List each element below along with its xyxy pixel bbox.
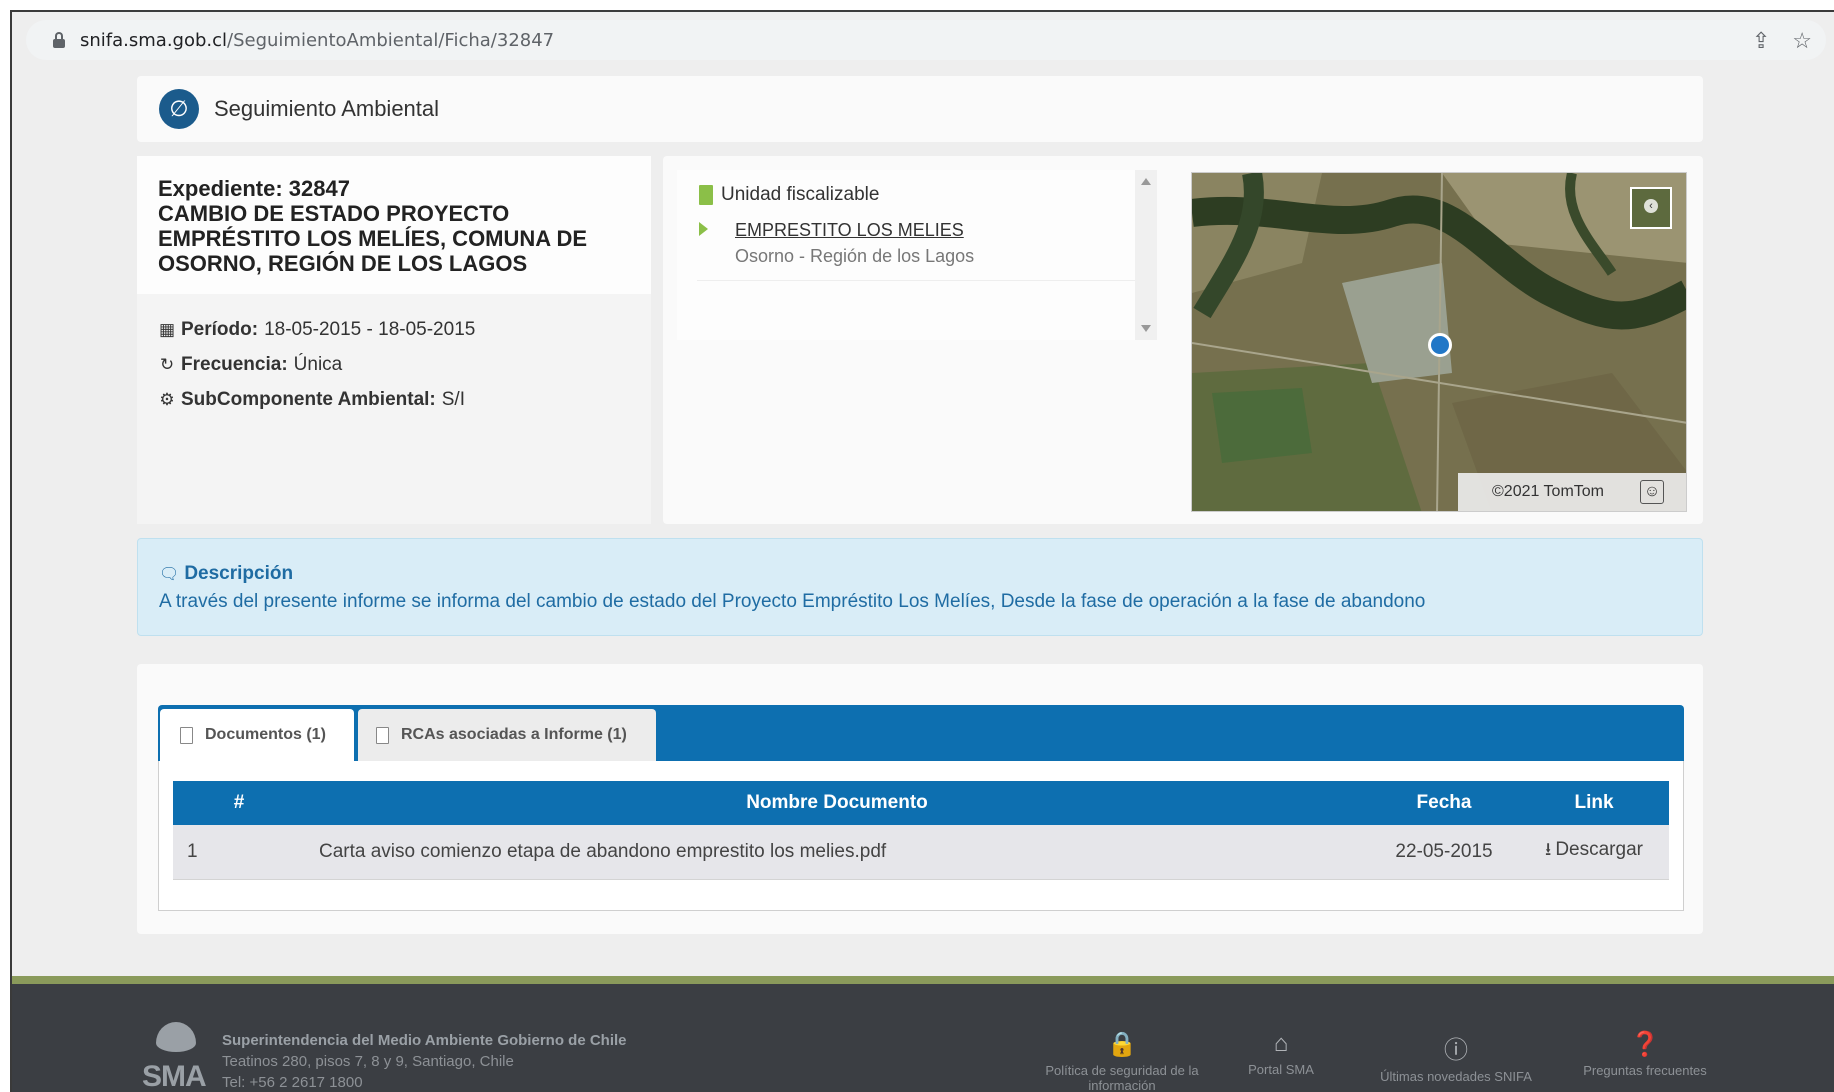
descripcion-card: 🗨 Descripción A través del presente info… bbox=[137, 538, 1703, 636]
footer-contact: Superintendencia del Medio Ambiente Gobi… bbox=[222, 1032, 627, 1091]
column-header-num[interactable]: # bbox=[173, 781, 305, 825]
column-header-fecha[interactable]: Fecha bbox=[1369, 781, 1519, 825]
tab-rcas[interactable]: RCAs asociadas a Informe (1) bbox=[358, 709, 656, 761]
calendar-icon: ▦ bbox=[158, 320, 176, 339]
cell-fecha: 22-05-2015 bbox=[1369, 825, 1519, 880]
documents-table: # Nombre Documento Fecha Link 1 Carta av… bbox=[173, 781, 1669, 880]
footer-links: 🔒 Política de seguridad de la informació… bbox=[1032, 1030, 1722, 1092]
unidad-card: Unidad fiscalizable EMPRESTITO LOS MELIE… bbox=[663, 156, 1703, 524]
documents-card: Documentos (1) RCAs asociadas a Informe … bbox=[137, 664, 1703, 934]
address-bar[interactable]: snifa.sma.gob.cl/SeguimientoAmbiental/Fi… bbox=[26, 20, 1826, 60]
comment-icon: 🗨 bbox=[159, 566, 180, 583]
footer: SMA Superintendencia del Medio Ambiente … bbox=[12, 984, 1834, 1092]
subcomponente-row: ⚙ SubComponente Ambiental: S/I bbox=[159, 389, 465, 410]
building-icon bbox=[699, 185, 713, 205]
footer-link-novedades[interactable]: ⓘ Últimas novedades SNIFA bbox=[1366, 1030, 1546, 1084]
page-content: ∅ Seguimiento Ambiental Expediente: 3284… bbox=[12, 66, 1834, 1092]
footer-link-politica[interactable]: 🔒 Política de seguridad de la informació… bbox=[1032, 1030, 1212, 1092]
frecuencia-row: ↻ Frecuencia: Única bbox=[159, 354, 343, 375]
page-header: ∅ Seguimiento Ambiental bbox=[137, 76, 1703, 142]
map-view[interactable]: ‹ ©2021 TomTom ☺ bbox=[1191, 172, 1687, 512]
map-attribution: ©2021 TomTom ☺ bbox=[1458, 473, 1686, 511]
column-header-link[interactable]: Link bbox=[1519, 781, 1669, 825]
sma-logo[interactable]: SMA bbox=[142, 1022, 212, 1092]
refresh-icon: ↻ bbox=[159, 355, 175, 374]
star-icon[interactable]: ☆ bbox=[1792, 28, 1812, 54]
scroll-down-icon[interactable] bbox=[1141, 325, 1151, 332]
table-header-row: # Nombre Documento Fecha Link bbox=[173, 781, 1669, 825]
tabs-bar: Documentos (1) RCAs asociadas a Informe … bbox=[158, 705, 1684, 761]
chevron-left-icon: ‹ bbox=[1644, 199, 1658, 213]
lock-icon[interactable] bbox=[52, 32, 66, 48]
sma-leaf-icon bbox=[156, 1022, 196, 1052]
home-icon: ⌂ bbox=[1273, 1030, 1289, 1057]
caret-right-icon[interactable] bbox=[699, 222, 708, 236]
unidad-link[interactable]: EMPRESTITO LOS MELIES bbox=[735, 220, 964, 241]
cell-num: 1 bbox=[173, 825, 305, 880]
table-row: 1 Carta aviso comienzo etapa de abandono… bbox=[173, 825, 1669, 880]
expediente-title: Expediente: 32847 CAMBIO DE ESTADO PROYE… bbox=[137, 156, 651, 294]
expediente-card: Expediente: 32847 CAMBIO DE ESTADO PROYE… bbox=[137, 156, 651, 524]
minimap-toggle[interactable]: ‹ bbox=[1630, 187, 1672, 229]
tab-panel-documentos: # Nombre Documento Fecha Link 1 Carta av… bbox=[158, 761, 1684, 911]
gear-icon: ⚙ bbox=[159, 390, 175, 409]
unidad-location: Osorno - Región de los Lagos bbox=[735, 246, 975, 266]
download-icon[interactable]: ⭳ bbox=[1545, 837, 1551, 867]
footer-stripe bbox=[12, 976, 1834, 984]
scroll-up-icon[interactable] bbox=[1141, 178, 1151, 185]
document-icon bbox=[180, 726, 193, 744]
info-icon: ⓘ bbox=[1444, 1037, 1468, 1064]
descripcion-text: A través del presente informe se informa… bbox=[159, 591, 1426, 612]
divider bbox=[697, 280, 1137, 281]
document-icon bbox=[376, 726, 389, 744]
location-pin-icon[interactable] bbox=[1428, 333, 1452, 357]
leaf-icon: ∅ bbox=[159, 89, 199, 129]
share-icon[interactable]: ⇪ bbox=[1752, 28, 1770, 54]
scrollbar[interactable] bbox=[1135, 170, 1157, 340]
tab-documentos[interactable]: Documentos (1) bbox=[160, 709, 354, 761]
footer-link-preguntas[interactable]: ❓ Preguntas frecuentes bbox=[1570, 1030, 1720, 1078]
expediente-meta: ▦ Período: 18-05-2015 - 18-05-2015 ↻ Fre… bbox=[137, 294, 651, 524]
periodo-row: ▦ Período: 18-05-2015 - 18-05-2015 bbox=[158, 319, 476, 340]
descripcion-title: 🗨 Descripción bbox=[159, 563, 294, 584]
page-title: Seguimiento Ambiental bbox=[214, 96, 440, 121]
download-link[interactable]: ⭳ Descargar bbox=[1519, 825, 1669, 880]
browser-window: snifa.sma.gob.cl/SeguimientoAmbiental/Fi… bbox=[10, 10, 1834, 1092]
lock-icon: 🔒 bbox=[1107, 1031, 1137, 1058]
unidad-title: Unidad fiscalizable bbox=[699, 184, 879, 206]
feedback-smile-icon[interactable]: ☺ bbox=[1640, 480, 1664, 504]
question-icon: ❓ bbox=[1630, 1031, 1660, 1058]
footer-link-portal[interactable]: ⌂ Portal SMA bbox=[1236, 1030, 1326, 1077]
unidad-list: Unidad fiscalizable EMPRESTITO LOS MELIE… bbox=[677, 170, 1157, 340]
url-text[interactable]: snifa.sma.gob.cl/SeguimientoAmbiental/Fi… bbox=[80, 30, 554, 51]
cell-nombre: Carta aviso comienzo etapa de abandono e… bbox=[305, 825, 1369, 880]
column-header-nombre[interactable]: Nombre Documento bbox=[305, 781, 1369, 825]
